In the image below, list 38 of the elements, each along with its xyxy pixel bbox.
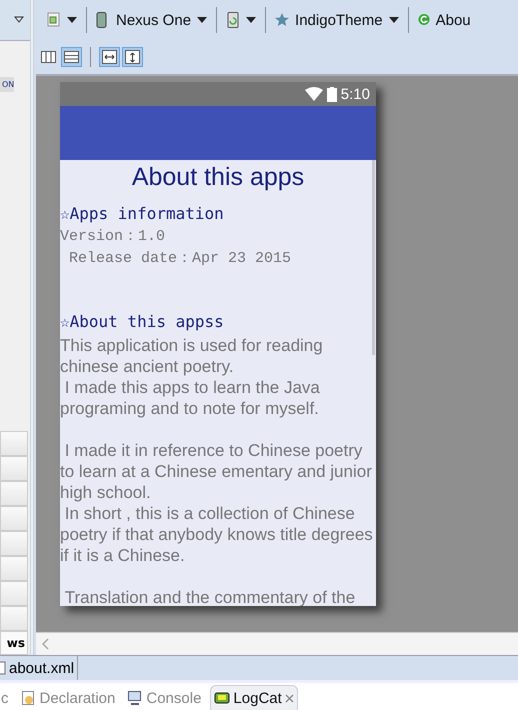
view-tab[interactable]: c <box>0 686 12 710</box>
monitor-icon <box>127 690 144 706</box>
info-text: Version：1.0 <box>60 227 166 247</box>
activity-icon <box>418 12 430 28</box>
toggle-button[interactable]: ON <box>0 77 14 92</box>
toolbar-dropdown[interactable]: Abou <box>414 12 474 28</box>
view-tab[interactable]: Console <box>124 686 204 710</box>
battery-icon <box>326 86 337 102</box>
close-icon[interactable] <box>284 694 294 702</box>
view-tab[interactable]: LogCat <box>210 685 298 710</box>
resize-icon[interactable] <box>101 49 118 65</box>
android-icon <box>214 690 230 706</box>
info-text: Release date：Apr 23 2015 <box>68 249 292 269</box>
status-time: 5:10 <box>340 86 370 102</box>
caret-icon[interactable] <box>246 17 256 23</box>
paragraph: This application is used for reading chinese ancient poetry. I made this apps to learn the Java programing and to note for myself. I made it in reference to Chinese poetry to learn at a Chinese ementary and junior high school. In short , this is a collection of Chinese poetry if that anybody knows title degrees if it is a Chinese. <box>60 335 374 566</box>
star-icon <box>275 12 290 28</box>
rotate-icon[interactable] <box>226 12 240 28</box>
caret-icon[interactable] <box>197 17 208 23</box>
dropdown-icon[interactable] <box>14 16 24 24</box>
page-title: About this apps <box>130 162 306 192</box>
document-icon <box>20 690 36 706</box>
caret-icon[interactable] <box>67 17 77 23</box>
layout-icon[interactable] <box>63 49 80 65</box>
scroll-left-icon[interactable] <box>42 638 50 650</box>
panel-label[interactable]: ws <box>0 631 28 655</box>
file-icon[interactable] <box>47 12 61 28</box>
resize-icon[interactable] <box>124 49 141 65</box>
editor-tab[interactable]: about.xml <box>0 656 78 680</box>
toolbar-dropdown[interactable]: Nexus One <box>93 12 210 28</box>
section-heading: ☆About this appss <box>60 311 225 333</box>
layout-icon[interactable] <box>40 49 57 65</box>
wifi-icon <box>304 87 323 101</box>
toolbar-dropdown[interactable]: IndigoTheme <box>272 12 402 28</box>
section-heading: ☆Apps information <box>60 203 225 225</box>
view-tab[interactable]: Declaration <box>18 686 118 710</box>
caret-icon[interactable] <box>388 17 399 23</box>
file-icon <box>0 661 6 675</box>
